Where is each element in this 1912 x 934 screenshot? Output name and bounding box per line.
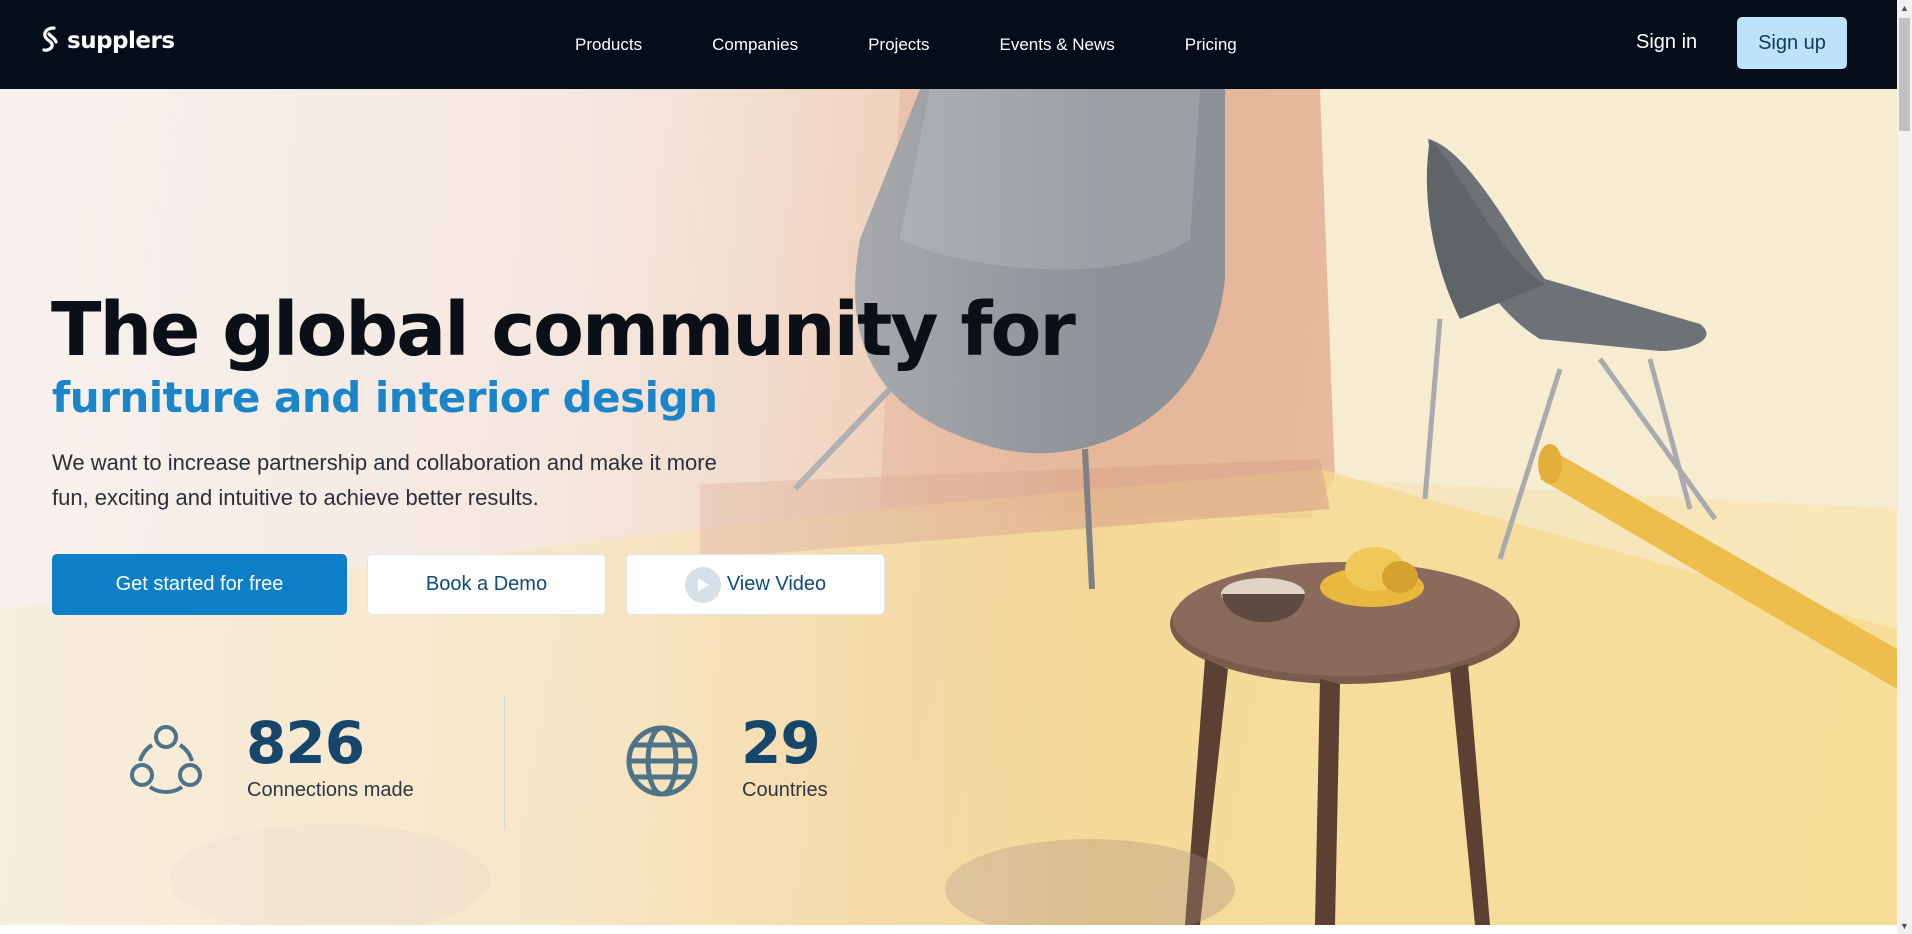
hero-section: The global community for furniture and i…	[0, 89, 1897, 925]
nav-item-projects[interactable]: Projects	[868, 35, 929, 55]
nav-item-products[interactable]: Products	[575, 35, 642, 55]
connections-count: 826	[246, 709, 365, 777]
get-started-button[interactable]: Get started for free	[52, 554, 347, 615]
book-demo-button[interactable]: Book a Demo	[367, 554, 606, 615]
scroll-down-arrow-icon[interactable]: ▼	[1897, 918, 1912, 934]
main-nav: Products Companies Projects Events & New…	[575, 0, 1307, 89]
brand-name: supplers	[67, 28, 175, 54]
hero-subheadline: furniture and interior design	[52, 373, 718, 422]
nav-item-events-news[interactable]: Events & News	[1000, 35, 1115, 55]
globe-icon	[626, 725, 698, 797]
hero-description: We want to increase partnership and coll…	[52, 450, 717, 510]
top-navigation-bar: supplers Products Companies Projects Eve…	[0, 0, 1897, 89]
sign-up-button[interactable]: Sign up	[1737, 17, 1847, 69]
scroll-up-arrow-icon[interactable]: ▲	[1897, 0, 1912, 16]
nav-item-pricing[interactable]: Pricing	[1185, 35, 1237, 55]
connections-icon	[130, 725, 202, 795]
scrollbar-thumb[interactable]	[1899, 18, 1910, 131]
nav-item-companies[interactable]: Companies	[712, 35, 798, 55]
connections-label: Connections made	[247, 779, 414, 801]
brand-logo[interactable]: supplers	[41, 26, 175, 56]
stats-divider	[504, 695, 505, 830]
countries-count: 29	[741, 709, 821, 777]
sign-in-link[interactable]: Sign in	[1636, 31, 1697, 54]
supplers-logo-icon	[42, 26, 58, 52]
page-scrollbar[interactable]: ▲ ▼	[1897, 0, 1912, 934]
countries-label: Countries	[742, 779, 828, 801]
view-video-label: View Video	[726, 573, 827, 595]
hero-headline: The global community for	[51, 287, 1076, 373]
play-icon	[684, 566, 721, 603]
view-video-button[interactable]: View Video	[626, 554, 885, 615]
page-bottom-edge	[0, 925, 1897, 934]
